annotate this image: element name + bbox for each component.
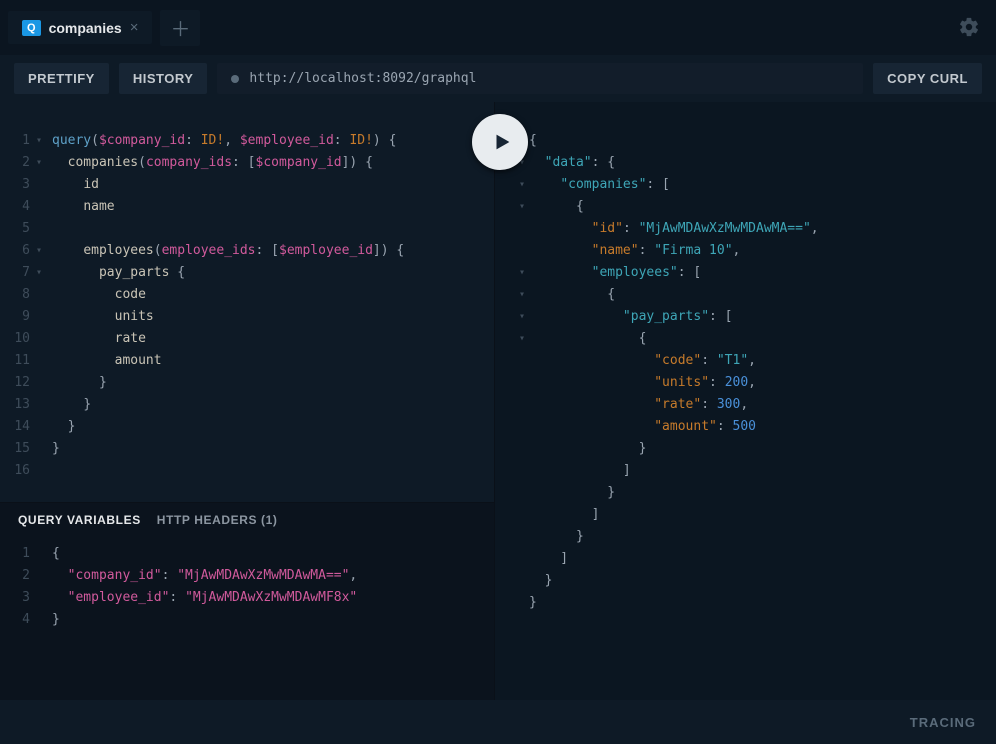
gear-icon: [958, 16, 980, 38]
vars-gutter: 1234: [0, 543, 38, 631]
variables-code[interactable]: { "company_id": "MjAwMDAwXzMwMDAwMA==", …: [38, 543, 494, 631]
execute-button[interactable]: [472, 114, 528, 170]
close-icon[interactable]: ×: [130, 19, 139, 36]
query-editor[interactable]: 1234 5678 9101112 13141516 query($compan…: [0, 102, 494, 502]
status-dot-icon: [231, 75, 239, 83]
prettify-button[interactable]: PRETTIFY: [14, 63, 109, 94]
settings-button[interactable]: [958, 16, 980, 38]
left-pane: 1234 5678 9101112 13141516 query($compan…: [0, 102, 495, 700]
copy-curl-button[interactable]: COPY CURL: [873, 63, 982, 94]
endpoint-url: http://localhost:8092/graphql: [249, 71, 476, 86]
plus-icon: ＋: [170, 13, 190, 42]
result-viewer[interactable]: ▾{▾ "data": {▾ "companies": [▾ { "id": "…: [495, 102, 996, 624]
line-gutter: 1234 5678 9101112 13141516: [0, 130, 38, 502]
variables-panel: QUERY VARIABLES HTTP HEADERS (1) 1234 { …: [0, 502, 494, 700]
new-tab-button[interactable]: ＋: [160, 10, 200, 46]
play-icon: [491, 131, 513, 153]
toolbar: PRETTIFY HISTORY http://localhost:8092/g…: [0, 55, 996, 102]
main-split: 1234 5678 9101112 13141516 query($compan…: [0, 102, 996, 700]
endpoint-input[interactable]: http://localhost:8092/graphql: [217, 63, 863, 94]
tab-bar: Q companies × ＋: [0, 0, 996, 55]
tab-badge: Q: [22, 20, 41, 36]
tab-http-headers[interactable]: HTTP HEADERS (1): [157, 513, 278, 527]
tab-companies[interactable]: Q companies ×: [8, 11, 152, 44]
tracing-button[interactable]: TRACING: [910, 715, 976, 730]
variables-editor[interactable]: 1234 { "company_id": "MjAwMDAwXzMwMDAwMA…: [0, 537, 494, 631]
tab-title: companies: [49, 20, 122, 36]
query-code[interactable]: query($company_id: ID!, $employee_id: ID…: [38, 130, 494, 502]
history-button[interactable]: HISTORY: [119, 63, 208, 94]
footer-bar: TRACING: [0, 700, 996, 744]
tab-query-variables[interactable]: QUERY VARIABLES: [18, 513, 141, 527]
result-pane: ▾{▾ "data": {▾ "companies": [▾ { "id": "…: [495, 102, 996, 700]
